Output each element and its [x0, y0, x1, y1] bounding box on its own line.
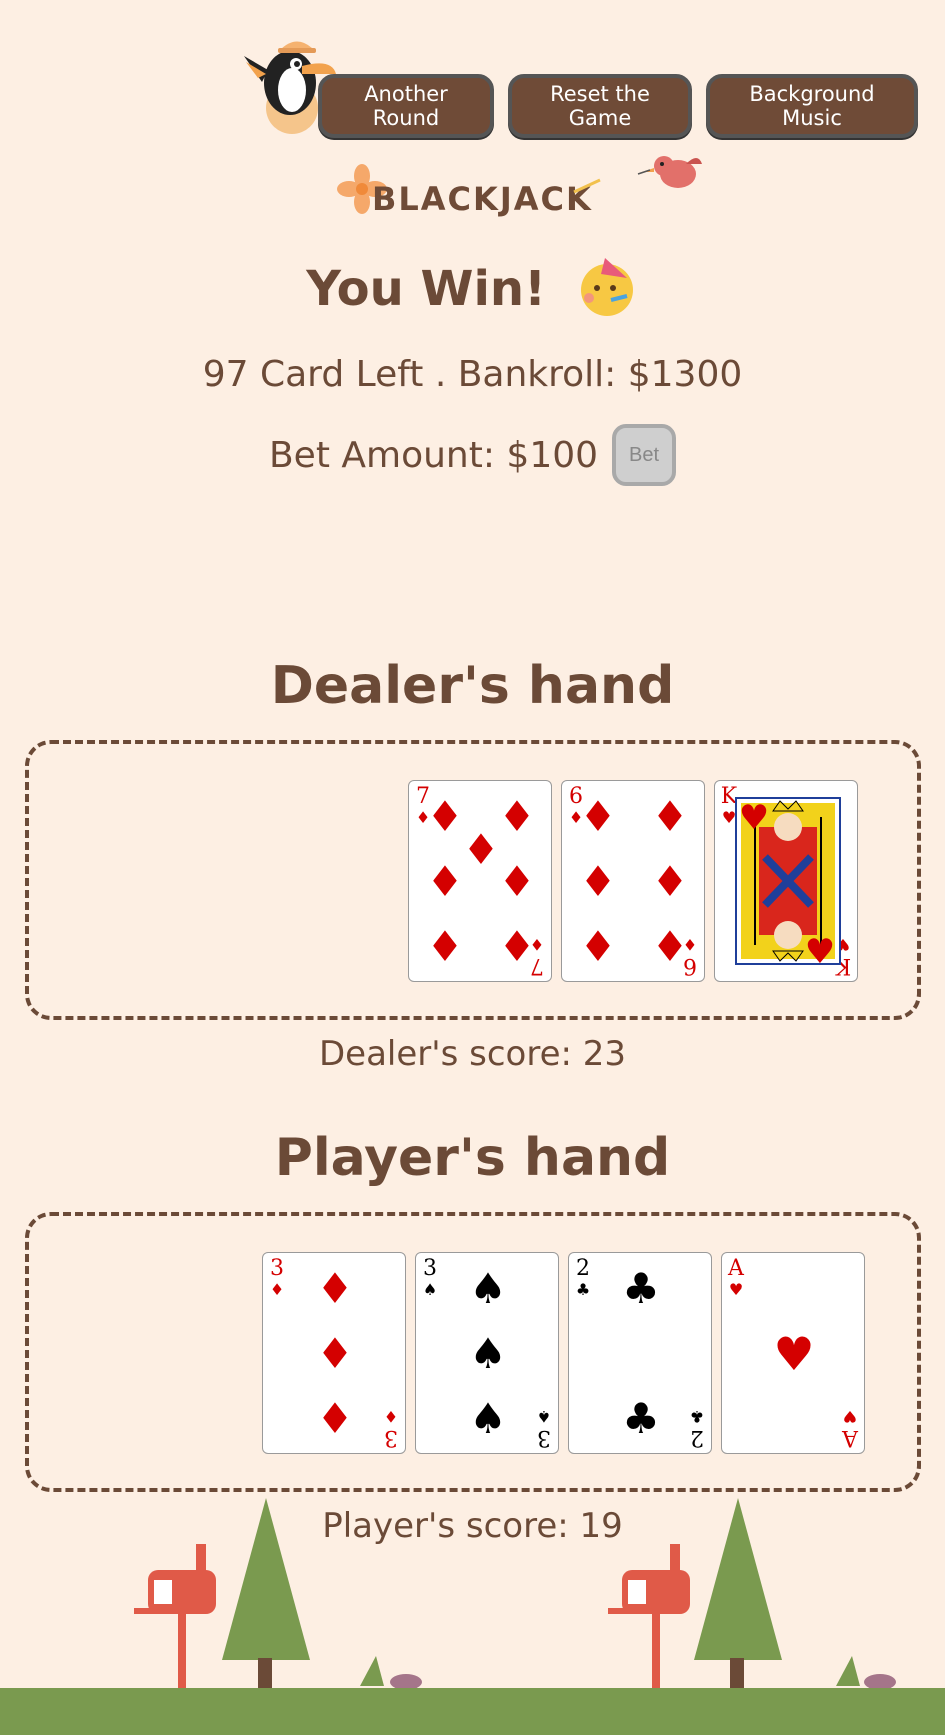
- card-rank: 2: [690, 1425, 704, 1450]
- result-text: You Win!: [306, 261, 546, 317]
- playing-card: 7 ♦ 7 ♦ ♦ ♦ ♦ ♦ ♦ ♦ ♦: [408, 780, 552, 982]
- card-pip: ♦: [651, 921, 689, 971]
- playing-card: A ♥ A ♥ ♥: [721, 1252, 865, 1454]
- card-pip: ♦: [498, 792, 536, 842]
- player-hand-title: Player's hand: [274, 1128, 671, 1188]
- tree-icon: [222, 1498, 310, 1688]
- playing-card: 3 ♠ 3 ♠ ♠ ♠ ♠: [415, 1252, 559, 1454]
- bush-icon-2: [836, 1656, 896, 1690]
- card-suit: ♣: [689, 1407, 705, 1426]
- bankroll-status: 97 Card Left . Bankroll: $1300: [202, 354, 743, 395]
- card-pip: ♠: [469, 1329, 507, 1378]
- card-pip: ♦: [498, 857, 536, 906]
- background-music-button[interactable]: Background Music: [706, 74, 918, 138]
- card-index: 2 ♣: [573, 1256, 593, 1300]
- card-suit: ♠: [422, 1280, 438, 1299]
- card-pip: ♦: [316, 1264, 354, 1314]
- card-index: A ♥: [726, 1256, 746, 1300]
- card-pip: ♣: [622, 1264, 660, 1314]
- reset-game-button[interactable]: Reset the Game: [508, 74, 692, 138]
- card-pip: ♠: [469, 1393, 507, 1443]
- blackjack-logo: BLACKJACK: [332, 162, 612, 228]
- card-pip: ♦: [579, 921, 617, 971]
- card-pip: ♦: [426, 857, 464, 906]
- card-pip: ♦: [651, 792, 689, 842]
- card-rank: 3: [537, 1425, 551, 1450]
- card-suit: ♥: [728, 1280, 744, 1299]
- another-round-button[interactable]: Another Round: [318, 74, 494, 138]
- ground: [0, 1688, 945, 1735]
- card-index: 3 ♠: [420, 1256, 440, 1300]
- logo-text: BLACKJACK: [372, 180, 593, 218]
- playing-card: 6 ♦ 6 ♦ ♦ ♦ ♦ ♦ ♦ ♦: [561, 780, 705, 982]
- card-suit: ♣: [575, 1280, 591, 1299]
- card-pip: ♦: [579, 792, 617, 842]
- card-pip: ♦: [316, 1393, 354, 1443]
- card-suit: ♦: [269, 1280, 285, 1299]
- card-pip: ♠: [469, 1264, 507, 1314]
- scenery: [134, 1498, 896, 1690]
- card-index: A ♥: [840, 1406, 860, 1450]
- playing-card: 3 ♦ 3 ♦ ♦ ♦ ♦: [262, 1252, 406, 1454]
- card-index: 3 ♦: [381, 1406, 401, 1450]
- card-suit: ♠: [536, 1407, 552, 1426]
- card-pip: ♦: [498, 921, 536, 971]
- card-pip: ♦: [651, 857, 689, 906]
- card-index: 2 ♣: [687, 1406, 707, 1450]
- game-result: You Win!: [0, 254, 945, 330]
- card-rank: A: [842, 1425, 858, 1450]
- card-index: 3 ♠: [534, 1406, 554, 1450]
- top-toolbar: Another Round Reset the Game Background …: [318, 74, 918, 138]
- bush-icon: [360, 1656, 422, 1690]
- dealer-hand-title: Dealer's hand: [270, 656, 675, 716]
- card-pip: ♥: [738, 798, 770, 838]
- card-pip: ♣: [622, 1393, 660, 1443]
- card-rank: 2: [576, 1256, 590, 1281]
- playing-card: K ♥ K ♥ ♥ ♥: [714, 780, 858, 982]
- bet-row: Bet Amount: $100 Bet: [0, 424, 945, 486]
- mailbox-icon-2: [608, 1544, 690, 1690]
- party-face-icon: [575, 254, 639, 330]
- bird-icon: [637, 156, 702, 188]
- card-suit: ♥: [842, 1407, 858, 1426]
- sparkle-icon: [573, 178, 601, 194]
- card-rank: 3: [423, 1256, 437, 1281]
- card-pip: ♦: [316, 1329, 354, 1378]
- bet-button[interactable]: Bet: [612, 424, 677, 486]
- card-pip: ♥: [804, 932, 836, 972]
- playing-card: 2 ♣ 2 ♣ ♣ ♣: [568, 1252, 712, 1454]
- dealer-score: Dealer's score: 23: [318, 1034, 627, 1074]
- card-rank: 3: [270, 1256, 284, 1281]
- bet-amount-label: Bet Amount: $100: [268, 434, 599, 476]
- card-index: 3 ♦: [267, 1256, 287, 1300]
- card-suit: ♦: [383, 1407, 399, 1426]
- card-rank: A: [728, 1256, 744, 1281]
- card-pip: ♦: [426, 921, 464, 971]
- mailbox-icon: [134, 1544, 216, 1690]
- card-pip: ♥: [773, 1327, 815, 1381]
- card-rank: 3: [384, 1425, 398, 1450]
- card-pip: ♦: [579, 857, 617, 906]
- tree-icon-2: [694, 1498, 782, 1688]
